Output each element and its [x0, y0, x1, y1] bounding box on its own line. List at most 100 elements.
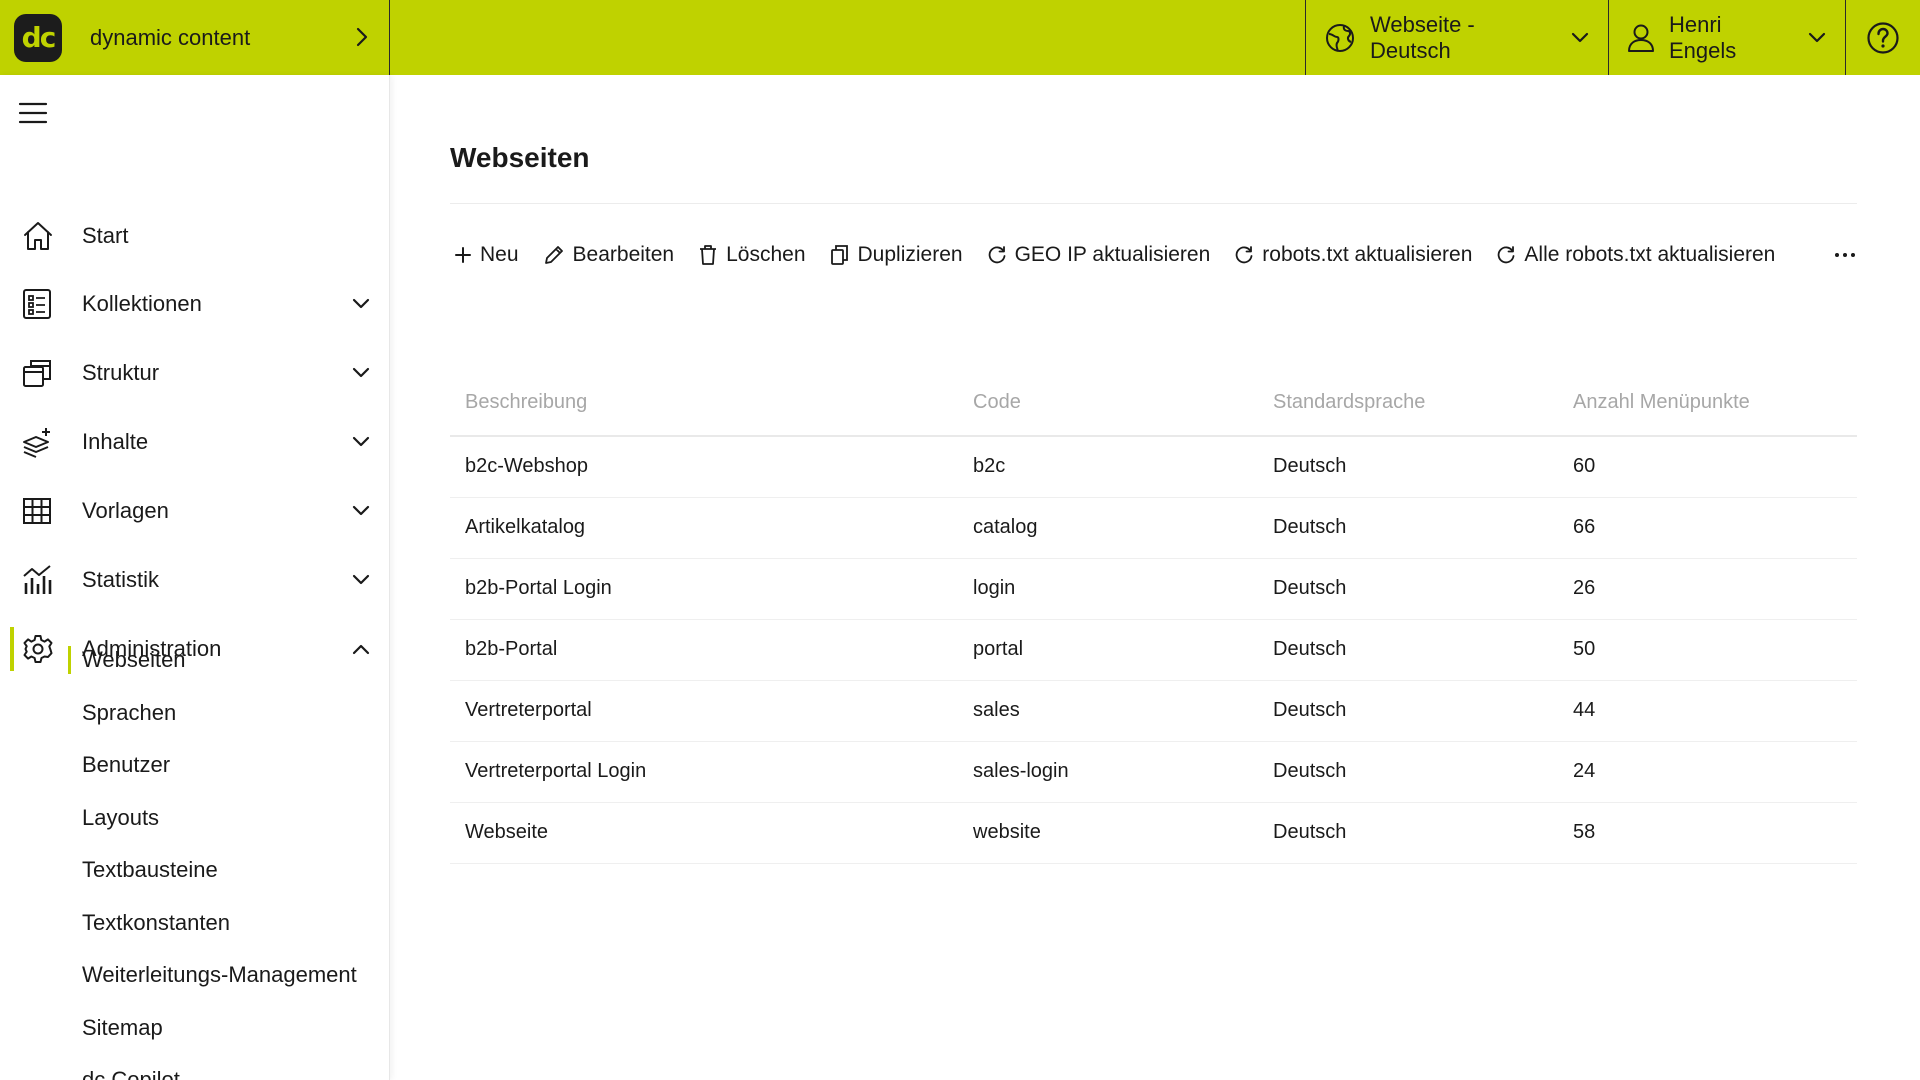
- sidebar-item-vorlagen[interactable]: Vorlagen: [0, 485, 390, 537]
- edit-button-label: Bearbeiten: [572, 243, 675, 266]
- toolbar: Neu Bearbeiten Löschen Duplizieren GEO I…: [454, 233, 1799, 277]
- cell-beschreibung: Vertreterportal: [465, 699, 592, 721]
- user-icon: [1627, 23, 1655, 53]
- list-icon: [22, 288, 52, 320]
- chevron-down-icon: [351, 366, 371, 380]
- sidebar-subitem-textbausteine[interactable]: Textbausteine: [82, 850, 218, 890]
- sidebar-item-administration[interactable]: Administration: [0, 623, 390, 675]
- cell-beschreibung: b2b-Portal: [465, 638, 558, 660]
- sidebar-item-label: Statistik: [82, 567, 160, 592]
- duplicate-button[interactable]: Duplizieren: [830, 243, 963, 267]
- sidebar-item-kollektionen[interactable]: Kollektionen: [0, 278, 390, 330]
- new-button[interactable]: Neu: [454, 243, 519, 267]
- sidebar-item-label: Struktur: [82, 360, 160, 385]
- sidebar-subitem-dc-copilot[interactable]: dc Copilot: [82, 1060, 180, 1080]
- geo-ip-update-button[interactable]: GEO IP aktualisieren: [987, 243, 1211, 267]
- table-row[interactable]: Artikelkatalog catalog Deutsch 66: [450, 498, 1857, 559]
- chevron-down-icon: [351, 573, 371, 587]
- chevron-up-icon: [351, 642, 371, 656]
- cell-anzahl-menuepunkte: 44: [1573, 699, 1596, 721]
- geo-ip-update-label: GEO IP aktualisieren: [1014, 243, 1211, 266]
- brand-name: dynamic content: [90, 24, 251, 50]
- logo-text: dc: [21, 21, 57, 54]
- table-row[interactable]: b2b-Portal portal Deutsch 50: [450, 620, 1857, 681]
- column-header-code[interactable]: Code: [973, 391, 1021, 414]
- cell-beschreibung: Vertreterportal Login: [465, 760, 647, 782]
- all-robots-update-button[interactable]: Alle robots.txt aktualisieren: [1496, 243, 1775, 267]
- chevron-down-icon: [351, 504, 371, 518]
- main-content: Webseiten Neu Bearbeiten Löschen Duplizi…: [391, 75, 1920, 1080]
- edit-button[interactable]: Bearbeiten: [543, 243, 675, 267]
- sidebar-item-inhalte[interactable]: Inhalte: [0, 416, 390, 468]
- windows-icon: [22, 358, 52, 388]
- help-circle-icon: [1866, 21, 1900, 55]
- sidebar-subitem-textkonstanten[interactable]: Textkonstanten: [82, 903, 230, 943]
- table-row[interactable]: Webseite website Deutsch 58: [450, 803, 1857, 864]
- grid-icon: [22, 497, 52, 525]
- all-robots-update-label: Alle robots.txt aktualisieren: [1524, 243, 1776, 266]
- cell-standardsprache: Deutsch: [1273, 821, 1347, 843]
- website-selector[interactable]: Webseite - Deutsch: [1305, 0, 1608, 75]
- plus-icon: [454, 246, 472, 264]
- sidebar-item-label: Kollektionen: [82, 291, 202, 316]
- sidebar-item-statistik[interactable]: Statistik: [0, 554, 390, 606]
- sidebar-subitem-benutzer[interactable]: Benutzer: [82, 745, 170, 785]
- cell-standardsprache: Deutsch: [1273, 577, 1347, 599]
- robots-update-button[interactable]: robots.txt aktualisieren: [1234, 243, 1472, 267]
- cell-code: sales: [973, 699, 1020, 721]
- sidebar: Start Kollektionen Struktur Inhalte Vorl…: [0, 75, 390, 1080]
- column-header-beschreibung[interactable]: Beschreibung: [465, 391, 587, 414]
- table-row[interactable]: Vertreterportal sales Deutsch 44: [450, 681, 1857, 742]
- help-button[interactable]: [1845, 0, 1920, 75]
- sidebar-item-start[interactable]: Start: [0, 210, 390, 262]
- sidebar-item-label: Start: [82, 223, 129, 248]
- table-row[interactable]: b2b-Portal Login login Deutsch 26: [450, 559, 1857, 620]
- cell-beschreibung: b2b-Portal Login: [465, 577, 612, 599]
- chevron-down-icon: [1807, 31, 1827, 45]
- refresh-icon: [1234, 245, 1254, 265]
- chart-icon: [22, 564, 54, 596]
- top-bar: dc dynamic content Webseite - Deutsch He…: [0, 0, 1920, 75]
- cell-beschreibung: Webseite: [465, 821, 549, 843]
- cell-anzahl-menuepunkte: 24: [1573, 760, 1596, 782]
- cell-standardsprache: Deutsch: [1273, 516, 1347, 538]
- more-options-icon[interactable]: [1833, 245, 1857, 265]
- trash-icon: [698, 244, 718, 266]
- copy-icon: [830, 244, 850, 266]
- cell-standardsprache: Deutsch: [1273, 455, 1347, 477]
- user-menu[interactable]: Henri Engels: [1608, 0, 1845, 75]
- cell-beschreibung: Artikelkatalog: [465, 516, 586, 538]
- brand-switcher[interactable]: dc dynamic content: [0, 0, 390, 75]
- column-header-standardsprache[interactable]: Standardsprache: [1273, 391, 1425, 414]
- menu-toggle-icon[interactable]: [18, 101, 48, 125]
- websites-table: Beschreibung Code Standardsprache Anzahl…: [450, 375, 1857, 864]
- chevron-down-icon: [351, 435, 371, 449]
- cell-code: login: [973, 577, 1016, 599]
- layers-plus-icon: [22, 426, 54, 458]
- sidebar-item-struktur[interactable]: Struktur: [0, 347, 390, 399]
- cell-standardsprache: Deutsch: [1273, 760, 1347, 782]
- home-icon: [22, 220, 54, 252]
- pencil-icon: [543, 244, 565, 266]
- sidebar-item-label: Vorlagen: [82, 498, 169, 523]
- cell-code: b2c: [973, 455, 1006, 477]
- sidebar-subitem-webseiten[interactable]: Webseiten: [68, 640, 186, 680]
- column-header-anzahl-menuepunkte[interactable]: Anzahl Menüpunkte: [1573, 391, 1750, 414]
- cell-standardsprache: Deutsch: [1273, 638, 1347, 660]
- delete-button[interactable]: Löschen: [698, 243, 806, 267]
- new-button-label: Neu: [480, 243, 519, 266]
- sidebar-subitem-weiterleitungs-management[interactable]: Weiterleitungs-Management: [82, 955, 357, 995]
- delete-button-label: Löschen: [726, 243, 806, 266]
- sidebar-subitem-sitemap[interactable]: Sitemap: [82, 1008, 163, 1048]
- cell-anzahl-menuepunkte: 60: [1573, 455, 1596, 477]
- globe-icon: [1324, 22, 1356, 54]
- sidebar-subitem-layouts[interactable]: Layouts: [82, 798, 159, 838]
- gear-icon: [22, 633, 54, 665]
- sidebar-subitem-sprachen[interactable]: Sprachen: [82, 693, 176, 733]
- cell-code: website: [973, 821, 1041, 843]
- table-row[interactable]: b2c-Webshop b2c Deutsch 60: [450, 437, 1857, 498]
- cell-anzahl-menuepunkte: 26: [1573, 577, 1596, 599]
- table-row[interactable]: Vertreterportal Login sales-login Deutsc…: [450, 742, 1857, 803]
- chevron-down-icon: [1570, 31, 1590, 45]
- cell-anzahl-menuepunkte: 50: [1573, 638, 1596, 660]
